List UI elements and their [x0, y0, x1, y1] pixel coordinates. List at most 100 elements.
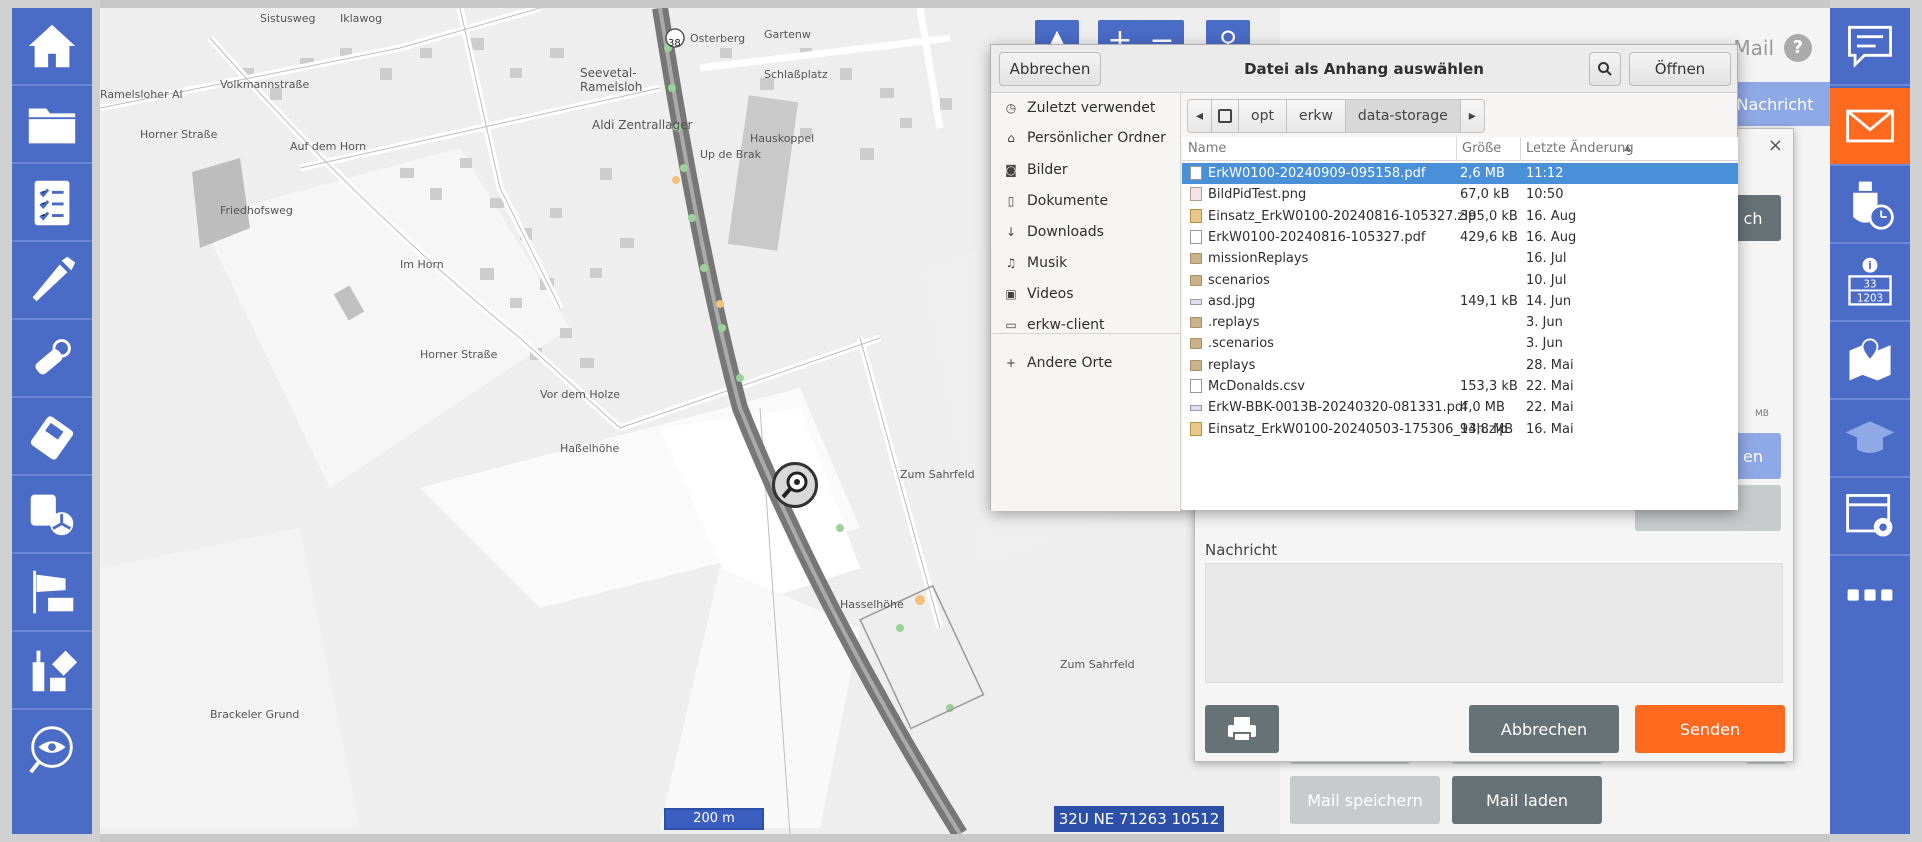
search-icon — [1598, 62, 1612, 76]
file-list-header: Name Größe Letzte Änderung ▲ — [1182, 137, 1738, 161]
place-recent[interactable]: ◷ Zuletzt verwendet — [991, 93, 1181, 123]
device-button[interactable] — [12, 398, 92, 476]
folder-icon — [1190, 274, 1202, 286]
place-music[interactable]: ♫ Musik — [991, 248, 1181, 278]
place-erkw-client[interactable]: ▭ erkw-client — [991, 310, 1181, 340]
file-name: replays — [1208, 357, 1256, 373]
file-name: ErkW0100-20240816-105327.pdf — [1208, 229, 1426, 245]
column-separator — [1456, 137, 1457, 161]
message-textarea[interactable] — [1205, 563, 1783, 683]
mail-button[interactable] — [1830, 88, 1910, 166]
camera-icon: ◙ — [1005, 163, 1017, 177]
load-mail-button[interactable]: Mail laden — [1452, 776, 1602, 824]
file-icon — [1190, 208, 1202, 223]
file-row[interactable]: ErkW0100-20240816-105327.pdf 429,6 kB 16. … — [1182, 227, 1738, 248]
chooser-search-button[interactable] — [1589, 52, 1621, 86]
path-segment[interactable]: erkw — [1286, 99, 1346, 133]
file-name: Einsatz_ErkW0100-20240816-105327.zip — [1208, 208, 1477, 224]
partial-button-label: ch — [1743, 208, 1763, 228]
message-label: Nachricht — [1205, 541, 1278, 559]
file-row[interactable]: ErkW-BBK-0013B-20240320-081331.pdf 4,0 MB… — [1182, 397, 1738, 418]
column-name[interactable]: Name — [1188, 141, 1226, 156]
file-name: .scenarios — [1208, 336, 1274, 352]
print-button[interactable] — [1205, 705, 1279, 753]
place-other-locations[interactable]: + Andere Orte — [991, 348, 1181, 378]
path-segment[interactable]: opt — [1239, 99, 1287, 133]
video-icon: ▣ — [1005, 287, 1017, 301]
map-layers-button[interactable] — [1830, 322, 1910, 400]
file-row[interactable]: asd.jpg 149,1 kB 14. Jun — [1182, 291, 1738, 312]
file-row[interactable]: McDonalds.csv 153,3 kB 22. Mai — [1182, 376, 1738, 397]
file-modified: 28. Mai — [1526, 357, 1574, 373]
more-button[interactable] — [1830, 556, 1910, 634]
close-icon[interactable]: × — [1768, 135, 1783, 156]
file-row[interactable]: missionReplays 16. Jul — [1182, 248, 1738, 269]
path-root-button[interactable] — [1212, 99, 1240, 133]
observe-button[interactable] — [12, 710, 92, 788]
path-forward-button[interactable]: ▸ — [1460, 99, 1485, 133]
file-modified: 16. Jul — [1526, 251, 1567, 267]
map-label: Hauskoppel — [750, 132, 815, 145]
radiation-icon — [30, 494, 74, 536]
file-row[interactable]: BildPidTest.png 67,0 kB 10:50 — [1182, 184, 1738, 205]
settings-button[interactable] — [1830, 478, 1910, 556]
place-pictures[interactable]: ◙ Bilder — [991, 155, 1181, 185]
size-hint: MB — [1755, 409, 1769, 419]
file-row[interactable]: scenarios 10. Jul — [1182, 270, 1738, 291]
file-name: asd.jpg — [1208, 293, 1256, 309]
map-label: Seevetal- — [580, 66, 637, 80]
file-icon — [1190, 229, 1202, 244]
map-label: Gartenw — [764, 28, 811, 41]
folder-button[interactable] — [12, 86, 92, 164]
place-downloads[interactable]: ↓ Downloads — [991, 217, 1181, 247]
radiation-button[interactable] — [12, 476, 92, 554]
send-button[interactable]: Senden — [1635, 705, 1785, 753]
file-row[interactable]: Einsatz_ErkW0100-20240816-105327.zip 395,… — [1182, 206, 1738, 227]
windsock-button[interactable] — [12, 554, 92, 632]
folder-icon — [1190, 338, 1202, 350]
path-back-button[interactable]: ◂ — [1187, 99, 1213, 133]
place-label: Zuletzt verwendet — [1027, 100, 1156, 116]
sensor-button[interactable] — [12, 320, 92, 398]
checklist-button[interactable] — [12, 164, 92, 242]
map-label: Haßelhöhe — [560, 442, 620, 455]
file-icon — [1190, 421, 1202, 436]
file-list[interactable]: Name Größe Letzte Änderung ▲ ErkW0100-20… — [1182, 137, 1738, 510]
map-label: Im Horn — [400, 258, 444, 271]
music-icon: ♫ — [1005, 256, 1017, 270]
file-row[interactable]: .replays 3. Jun — [1182, 312, 1738, 333]
file-row[interactable]: replays 28. Mai — [1182, 355, 1738, 376]
chooser-open-button[interactable]: Öffnen — [1629, 52, 1731, 86]
chooser-cancel-button[interactable]: Abbrechen — [999, 52, 1101, 86]
file-size: 13,8 MB — [1460, 421, 1514, 437]
column-size[interactable]: Größe — [1462, 141, 1501, 156]
left-sidebar-column — [12, 8, 92, 834]
probe-button[interactable] — [12, 242, 92, 320]
path-segment[interactable]: data-storage — [1345, 99, 1461, 133]
training-button[interactable] — [1830, 400, 1910, 478]
help-icon[interactable]: ? — [1784, 34, 1812, 62]
cancel-mail-button[interactable]: Abbrechen — [1469, 705, 1619, 753]
file-row[interactable]: ErkW0100-20240909-095158.pdf 2,6 MB 11:12 — [1182, 163, 1738, 184]
place-home[interactable]: ⌂ Persönlicher Ordner — [991, 123, 1181, 153]
folder-icon — [1190, 253, 1202, 265]
place-videos[interactable]: ▣ Videos — [991, 279, 1181, 309]
file-size: 67,0 kB — [1460, 187, 1510, 203]
file-modified: 22. Mai — [1526, 400, 1574, 416]
chat-button[interactable] — [1830, 8, 1910, 86]
chemicals-button[interactable] — [12, 632, 92, 710]
info-button[interactable]: i 33 1203 — [1830, 244, 1910, 322]
column-modified[interactable]: Letzte Änderung — [1526, 141, 1634, 156]
info-panel-icon: i 33 1203 — [1848, 257, 1892, 306]
save-mail-button[interactable]: Mail speichern — [1290, 776, 1440, 824]
map-label: Zum Sahrfeld — [1060, 658, 1135, 671]
home-button[interactable] — [12, 8, 92, 86]
mail-title: Mail — [1733, 36, 1774, 60]
file-row[interactable]: Einsatz_ErkW0100-20240503-175306_94h.zip… — [1182, 419, 1738, 440]
file-modified: 22. Mai — [1526, 379, 1574, 394]
search-marker[interactable] — [772, 462, 818, 508]
file-name: missionReplays — [1208, 251, 1309, 267]
respirator-timer-button[interactable] — [1830, 166, 1910, 244]
file-row[interactable]: .scenarios 3. Jun — [1182, 333, 1738, 354]
place-documents[interactable]: ▯ Dokumente — [991, 186, 1181, 216]
